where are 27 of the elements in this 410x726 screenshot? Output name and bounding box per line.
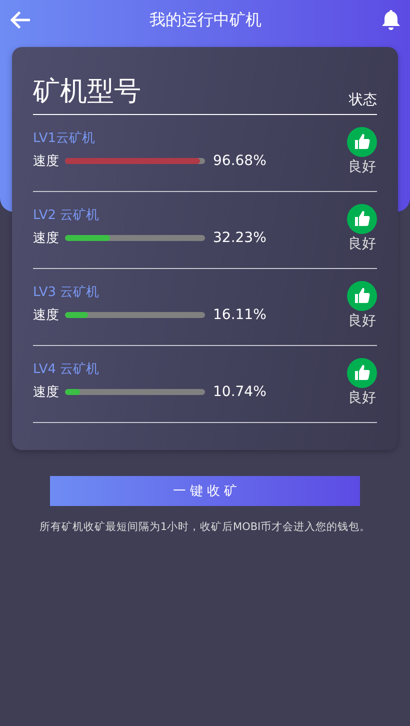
thumbs-up-icon <box>347 204 377 234</box>
status-text: 良好 <box>348 389 376 407</box>
speed-reading: 16.11% <box>213 307 266 323</box>
back-arrow-icon[interactable] <box>10 11 30 29</box>
status-text: 良好 <box>348 235 376 253</box>
speed-reading: 10.74% <box>213 384 266 400</box>
page-title: 我的运行中矿机 <box>150 10 262 30</box>
bell-icon[interactable] <box>381 9 401 31</box>
status-heading: 状态 <box>349 91 377 109</box>
card-title: 矿机型号 <box>33 75 141 109</box>
thumbs-up-icon <box>347 127 377 157</box>
speed-label: 速度 <box>33 153 59 170</box>
thumbs-up-icon <box>347 358 377 388</box>
speed-label: 速度 <box>33 230 59 247</box>
speed-reading: 96.68% <box>213 153 266 169</box>
miner-name: LV2 云矿机 <box>33 207 100 224</box>
speed-label: 速度 <box>33 384 59 401</box>
collect-button[interactable]: 一 键 收 矿 <box>50 476 360 506</box>
notice-text: 所有矿机收矿最短间隔为1小时，收矿后MOBI币才会进入您的钱包。 <box>38 520 372 534</box>
speed-reading: 32.23% <box>213 230 266 246</box>
miner-name: LV3 云矿机 <box>33 284 100 301</box>
speed-label: 速度 <box>33 307 59 324</box>
status-text: 良好 <box>348 312 376 330</box>
thumbs-up-icon <box>347 281 377 311</box>
miner-name: LV4 云矿机 <box>33 361 100 378</box>
miner-name: LV1云矿机 <box>33 130 96 147</box>
status-text: 良好 <box>348 158 376 176</box>
